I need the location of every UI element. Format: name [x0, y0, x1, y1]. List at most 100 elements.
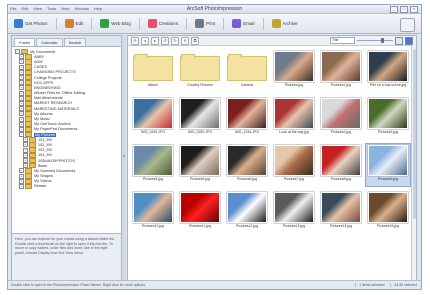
status-total: 24 All selected: [390, 283, 417, 287]
tree-item-label: MARKET RESEARCH: [34, 101, 72, 106]
tree-item-label: My Documents: [30, 49, 56, 54]
photo-thumbnail[interactable]: Look at the bay.jpg: [272, 97, 316, 139]
back-icon[interactable]: ◂: [141, 36, 149, 45]
photo-thumbnail[interactable]: Pier on a bay scene.jpg: [366, 50, 410, 92]
thumbnail-caption: Pictures9.jpg: [377, 177, 399, 181]
minimize-button[interactable]: _: [390, 6, 398, 13]
photo-image: [321, 145, 361, 176]
tree-item-label: 101_MV: [38, 137, 53, 142]
photo-image: [274, 51, 314, 82]
photo-image: [133, 192, 173, 223]
tab-calendar[interactable]: Calendar: [36, 38, 63, 46]
sort-dropdown[interactable]: Title: [330, 37, 355, 44]
email-button[interactable]: Email: [232, 19, 255, 28]
thumbnail-size-slider[interactable]: [357, 37, 393, 43]
edit-icon: [64, 19, 74, 28]
web-blog-button[interactable]: Web Blog: [100, 19, 131, 28]
thumbnail-caption: Camera: [240, 83, 254, 87]
tree-item-label: 105MAXDIPPHOTOS: [38, 158, 75, 163]
photo-thumbnail[interactable]: Pictures13.jpg: [272, 191, 316, 233]
close-button[interactable]: ×: [410, 6, 418, 13]
photo-thumbnail[interactable]: Pictures.jpg: [272, 50, 316, 92]
help-button[interactable]: [400, 18, 415, 32]
photo-image: [368, 51, 408, 82]
thumbnail-caption: Pictures10.jpg: [141, 224, 165, 228]
tree-item-label: My Videos: [34, 179, 52, 184]
thumbnail-caption: Pictures4.jpg: [142, 177, 164, 181]
archive-button[interactable]: Archive: [271, 19, 298, 28]
photo-thumbnail[interactable]: Pictures2.jpg: [319, 97, 363, 139]
slider-knob[interactable]: [381, 37, 384, 43]
edit-button[interactable]: Edit: [64, 19, 83, 28]
print-button[interactable]: Print: [194, 19, 216, 28]
photo-thumbnail[interactable]: IMG_1234.JPG: [225, 97, 269, 139]
photo-thumbnail[interactable]: Pictures15.jpg: [366, 191, 410, 233]
creations-icon: [147, 19, 157, 28]
photo-image: [227, 192, 267, 223]
list-view-button[interactable]: [395, 36, 403, 45]
refresh-icon[interactable]: ⟳: [131, 36, 139, 45]
thumbnail-caption: Pier on a bay scene.jpg: [369, 83, 407, 87]
photo-thumbnail[interactable]: Pictures5.jpg: [178, 144, 222, 186]
vertical-scrollbar[interactable]: [411, 45, 416, 281]
toolbar-button-label: Archive: [282, 21, 298, 26]
tab-folder[interactable]: Folder: [14, 38, 36, 46]
thumbnail-panel: ⟳ ◂ ▸ ↺ ↻ ✕ ⧉ Title Album Chubby Pictures…: [127, 35, 417, 282]
toolbar-separator: [91, 17, 93, 30]
print-icon: [194, 19, 204, 28]
folder-thumbnail[interactable]: Camera: [225, 50, 269, 92]
photo-thumbnail[interactable]: Pictures10.jpg: [131, 191, 175, 233]
status-right: 1 items selected 24 All selected: [355, 283, 417, 287]
thumbnail-caption: Pictures2.jpg: [330, 130, 352, 134]
photo-thumbnail[interactable]: Pictures1.jpg: [319, 50, 363, 92]
photo-thumbnail[interactable]: Pictures8.jpg: [319, 144, 363, 186]
thumbnail-caption: Pictures3.jpg: [377, 130, 399, 134]
web-icon: [100, 19, 110, 28]
photo-thumbnail[interactable]: IMG_0245.JPG: [131, 97, 175, 139]
photo-thumbnail[interactable]: Pictures11.jpg: [178, 191, 222, 233]
toolbar-separator: [262, 17, 264, 30]
get-photos-button[interactable]: Get Photos: [14, 19, 48, 28]
thumbnail-caption: Pictures8.jpg: [330, 177, 352, 181]
thumbnail-view-button[interactable]: [405, 36, 413, 45]
creations-button[interactable]: Creations: [147, 19, 178, 28]
toolbar-separator: [55, 17, 57, 30]
tab-search[interactable]: Search: [63, 38, 87, 46]
toolbar-button-label: Print: [205, 21, 216, 26]
scrollbar-thumb[interactable]: [412, 49, 416, 219]
tree-item-label: My Shapes: [34, 174, 53, 179]
photo-thumbnail[interactable]: Pictures6.jpg: [225, 144, 269, 186]
folder-thumbnail[interactable]: Album: [131, 50, 175, 92]
tree-item-label: 103_MV: [38, 148, 53, 153]
photo-thumbnail[interactable]: Pictures4.jpg: [131, 144, 175, 186]
delete-icon[interactable]: ✕: [181, 36, 189, 45]
photo-thumbnail[interactable]: IMG_0252.JPG: [178, 97, 222, 139]
copy-icon[interactable]: ⧉: [191, 36, 199, 45]
photo-image: [321, 51, 361, 82]
panel-splitter[interactable]: ◂: [122, 35, 126, 282]
forward-icon[interactable]: ▸: [151, 36, 159, 45]
photo-thumbnail[interactable]: Pictures9.jpg: [365, 143, 411, 187]
toolbar-button-label: Get Photos: [25, 21, 48, 26]
photo-image: [133, 145, 173, 176]
photo-thumbnail[interactable]: Pictures3.jpg: [366, 97, 410, 139]
photo-thumbnail[interactable]: Pictures12.jpg: [225, 191, 269, 233]
thumbnail-caption: Pictures12.jpg: [235, 224, 259, 228]
tree-item-label: My OneTouch Archive: [34, 122, 71, 127]
rotate-left-icon[interactable]: ↺: [161, 36, 169, 45]
tree-item-label: ADM: [34, 59, 43, 64]
photo-image: [180, 145, 220, 176]
toolbar-separator: [185, 17, 187, 30]
tree-item-label: CHANGING PROJECTS: [34, 70, 76, 75]
tree-item-label: eBuser Files for Offline Editing: [34, 91, 86, 96]
rotate-right-icon[interactable]: ↻: [171, 36, 179, 45]
photo-thumbnail[interactable]: Pictures14.jpg: [319, 191, 363, 233]
email-icon: [232, 19, 242, 28]
collapse-arrow-icon[interactable]: ◂: [123, 153, 125, 158]
tree-item[interactable]: + Reader: [15, 183, 118, 190]
expander-icon[interactable]: +: [19, 183, 24, 189]
photo-thumbnail[interactable]: Pictures7.jpg: [272, 144, 316, 186]
maximize-button[interactable]: □: [400, 6, 408, 13]
folder-thumbnail[interactable]: Chubby Pictures: [178, 50, 222, 92]
title-bar: File Edit View Tools Help Window Help ArcSoft …: [8, 5, 421, 14]
